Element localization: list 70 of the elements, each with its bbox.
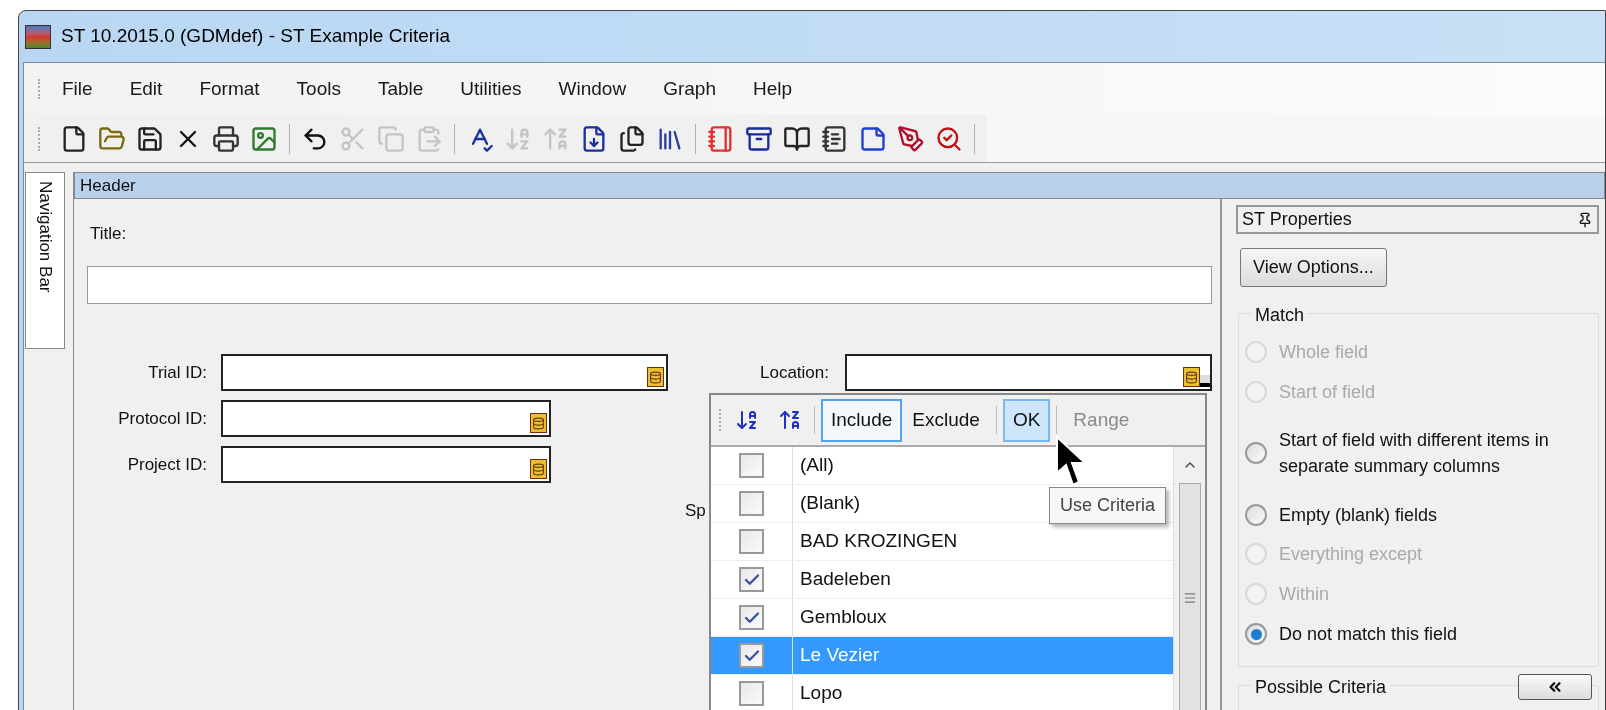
menu-item[interactable]: Edit — [129, 74, 163, 104]
checkbox[interactable] — [739, 453, 764, 478]
menu-item[interactable]: Graph — [663, 74, 716, 104]
database-icon[interactable] — [647, 367, 664, 387]
checkbox[interactable] — [739, 529, 764, 554]
navigation-bar-tab[interactable]: Navigation Bar — [25, 172, 65, 349]
list-row[interactable]: Gembloux — [711, 599, 1173, 637]
toolbar-grip-icon — [38, 126, 41, 151]
collapse-button[interactable] — [1518, 674, 1592, 700]
menu-item[interactable]: Tools — [296, 74, 341, 104]
location-name: Le Vezier — [800, 643, 880, 668]
database-icon[interactable] — [530, 459, 547, 479]
criteria-button[interactable]: Include — [821, 398, 903, 442]
app-logo-icon — [25, 24, 51, 49]
radio-button[interactable] — [1245, 623, 1267, 645]
location-name: Badeleben — [800, 567, 891, 592]
dropdown-icon[interactable] — [1200, 375, 1210, 387]
field-label: Project ID: — [126, 453, 207, 476]
radio-label: Start of field with different items in separate summary columns — [1279, 429, 1550, 478]
title-label: Title: — [89, 223, 128, 241]
radio-label: Start of field — [1279, 381, 1377, 404]
list-row[interactable]: BAD KROZINGEN — [711, 523, 1173, 561]
menu-item[interactable]: File — [62, 74, 93, 104]
list-row[interactable]: (All) — [711, 447, 1173, 485]
header-bar: Header — [74, 172, 1605, 199]
checkbox[interactable] — [739, 491, 764, 516]
pin-icon — [1577, 211, 1593, 228]
view-options-button[interactable]: View Options... — [1240, 248, 1387, 287]
checkbox[interactable] — [739, 681, 764, 706]
location-label: Location: — [760, 361, 829, 384]
checkbox[interactable] — [739, 643, 764, 668]
location-name: Gembloux — [800, 605, 887, 630]
radio-label: Everything except — [1279, 543, 1424, 566]
radio-label: Within — [1279, 583, 1330, 606]
menu-item[interactable]: Window — [558, 74, 627, 104]
radio-button[interactable] — [1245, 442, 1267, 464]
location-name: Lopo — [800, 681, 843, 706]
location-name: (Blank) — [800, 491, 861, 516]
location-name: BAD KROZINGEN — [800, 529, 958, 554]
checkbox[interactable] — [739, 567, 764, 592]
toolbar-grip-icon — [719, 409, 722, 431]
id-input-field[interactable] — [221, 446, 551, 483]
menu-item[interactable]: Utilities — [460, 74, 522, 104]
tooltip: Use Criteria — [1049, 487, 1167, 524]
title-input-field[interactable] — [87, 266, 1212, 304]
scrollbar[interactable] — [1173, 447, 1205, 710]
criteria-button[interactable]: OK — [1002, 398, 1051, 442]
radio-button[interactable] — [1245, 504, 1267, 526]
radio-label: Whole field — [1279, 341, 1370, 364]
radio-label: Empty (blank) fields — [1279, 504, 1439, 527]
menu-item[interactable]: Help — [752, 74, 793, 104]
panel-title: ST Properties — [1242, 208, 1352, 231]
location-name: (All) — [800, 453, 834, 478]
field-label: Protocol ID: — [117, 407, 207, 430]
id-input-field[interactable] — [221, 354, 668, 391]
database-icon[interactable] — [530, 413, 547, 433]
criteria-button[interactable]: Exclude — [902, 398, 990, 442]
location-input-field[interactable] — [845, 354, 1212, 391]
menu-grip-icon — [38, 79, 41, 99]
scroll-thumb[interactable] — [1178, 483, 1201, 710]
radio-label: Do not match this field — [1279, 623, 1459, 646]
window-title: ST 10.2015.0 (GDMdef) - ST Example Criteria — [61, 24, 450, 49]
checkbox[interactable] — [739, 605, 764, 630]
partial-label: Sp — [685, 500, 706, 522]
field-label: Trial ID: — [147, 361, 207, 384]
database-icon[interactable] — [1183, 367, 1200, 387]
list-row[interactable]: Badeleben — [711, 561, 1173, 599]
menu-item[interactable]: Format — [199, 74, 260, 104]
id-input-field[interactable] — [221, 400, 551, 437]
menu-item[interactable]: Table — [377, 74, 424, 104]
